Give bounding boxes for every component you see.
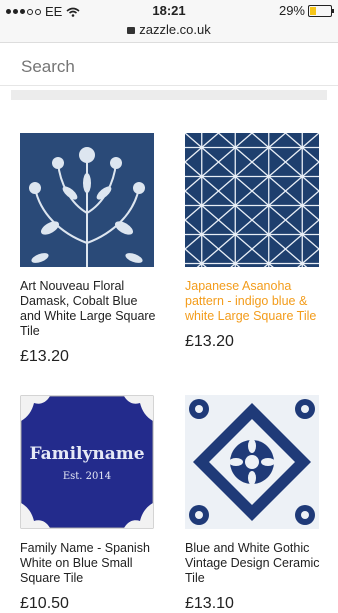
status-bar: EE 18:21 29% (0, 0, 338, 22)
product-price: £13.20 (20, 348, 69, 365)
product-card[interactable]: Familyname Est. 2014 Family Name - Spani… (20, 395, 160, 613)
product-card[interactable]: Japanese Asanoha pattern - indigo blue &… (185, 133, 325, 351)
product-image[interactable] (185, 133, 319, 267)
product-title[interactable]: Family Name - Spanish White on Blue Smal… (20, 541, 160, 586)
product-image[interactable]: Familyname Est. 2014 (20, 395, 154, 529)
lock-icon (127, 27, 136, 34)
product-price: £13.20 (185, 333, 234, 350)
product-card[interactable]: Blue and White Gothic Vintage Design Cer… (185, 395, 325, 613)
tile-est-text: Est. 2014 (63, 471, 111, 482)
tile-name-text: Familyname (29, 444, 144, 464)
product-title[interactable]: Art Nouveau Floral Damask, Cobalt Blue a… (20, 279, 160, 339)
url-text: zazzle.co.uk (139, 22, 211, 37)
product-title[interactable]: Japanese Asanoha pattern - indigo blue &… (185, 279, 325, 324)
filter-bar[interactable] (11, 90, 327, 100)
battery-icon (308, 4, 334, 17)
search-input[interactable] (19, 56, 313, 78)
address-bar[interactable]: zazzle.co.uk (0, 22, 338, 43)
product-title[interactable]: Blue and White Gothic Vintage Design Cer… (185, 541, 325, 586)
product-card[interactable]: Art Nouveau Floral Damask, Cobalt Blue a… (20, 133, 160, 366)
product-price: £10.50 (20, 595, 69, 612)
product-image[interactable] (20, 133, 154, 267)
product-price: £13.10 (185, 595, 234, 612)
battery-percent: 29% (278, 3, 305, 18)
search-bar (0, 43, 338, 86)
product-image[interactable] (185, 395, 319, 529)
